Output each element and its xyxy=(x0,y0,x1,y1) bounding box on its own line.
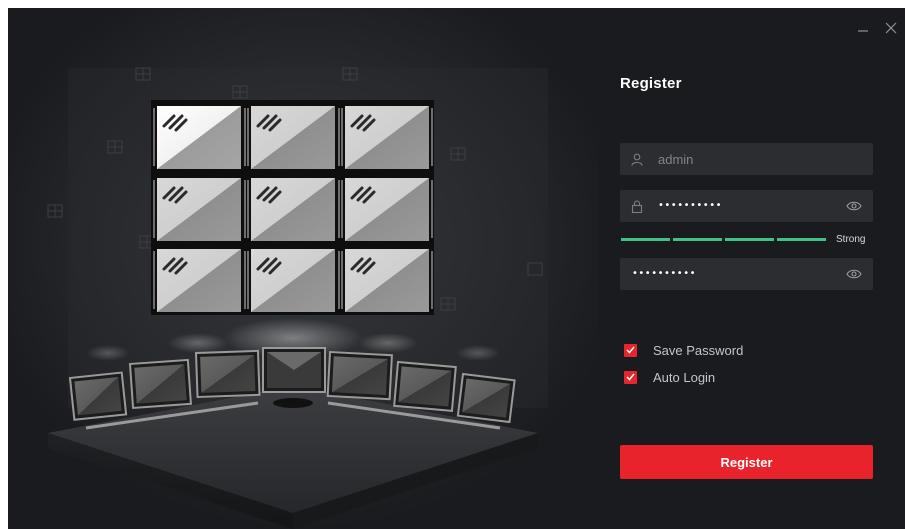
eye-icon[interactable] xyxy=(845,199,863,213)
save-password-option[interactable]: Save Password xyxy=(624,342,743,358)
register-window: Register •••••••••• Strong •••••••••• Sa… xyxy=(8,8,905,529)
close-button[interactable] xyxy=(877,16,905,40)
minimize-button[interactable] xyxy=(849,16,877,40)
strength-segment xyxy=(725,237,774,241)
strength-segment xyxy=(673,237,722,241)
save-password-label: Save Password xyxy=(653,342,744,358)
close-icon xyxy=(885,22,897,34)
save-password-checkbox[interactable] xyxy=(624,343,637,357)
auto-login-option[interactable]: Auto Login xyxy=(624,369,715,385)
strength-segment xyxy=(777,237,826,241)
lock-icon xyxy=(630,199,644,213)
minus-icon xyxy=(858,30,868,32)
window-controls xyxy=(849,16,905,40)
video-wall-screens xyxy=(157,106,429,312)
username-field[interactable] xyxy=(620,143,873,175)
strength-segment xyxy=(621,237,670,241)
form-title: Register xyxy=(620,75,682,92)
confirm-password-field[interactable]: •••••••••• xyxy=(620,258,873,290)
password-field[interactable]: •••••••••• xyxy=(620,190,873,222)
username-input[interactable] xyxy=(658,144,873,174)
video-wall-illustration xyxy=(8,8,598,529)
eye-icon[interactable] xyxy=(845,267,863,281)
confirm-password-input[interactable]: •••••••••• xyxy=(632,259,845,289)
password-strength-meter: Strong xyxy=(621,233,877,245)
user-icon xyxy=(630,152,644,166)
auto-login-label: Auto Login xyxy=(653,369,716,385)
register-button[interactable]: Register xyxy=(620,445,873,479)
auto-login-checkbox[interactable] xyxy=(624,370,637,384)
checkmark-icon xyxy=(626,373,635,381)
strength-label: Strong xyxy=(836,233,866,245)
password-input[interactable]: •••••••••• xyxy=(658,191,845,221)
checkmark-icon xyxy=(626,346,635,354)
